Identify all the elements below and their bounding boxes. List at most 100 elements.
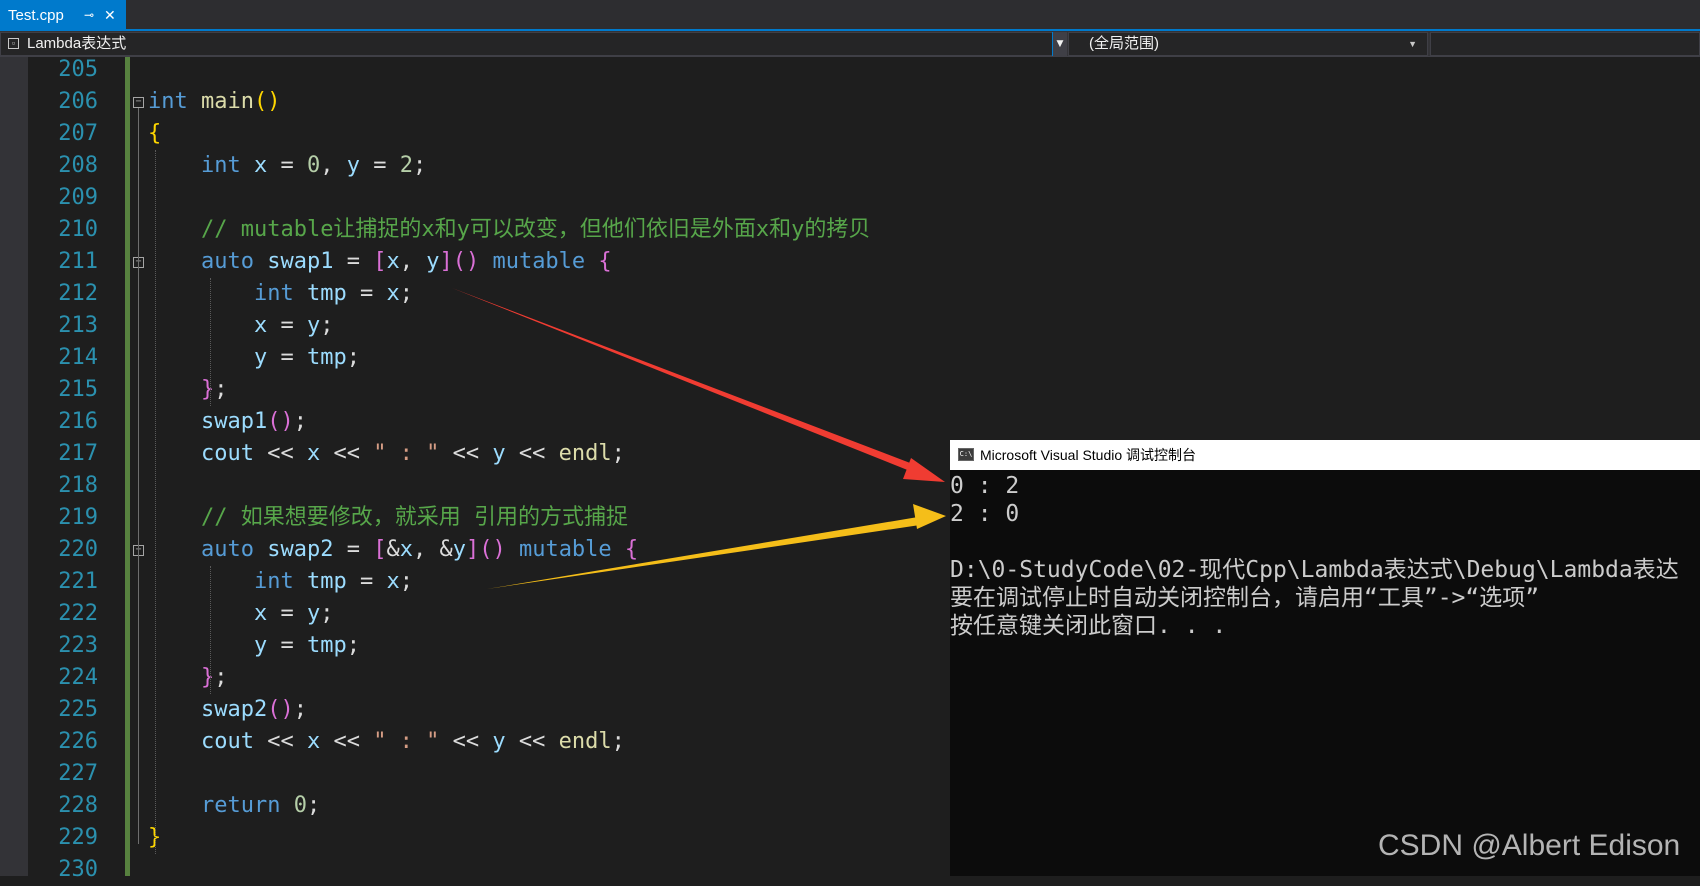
code-line[interactable]: int tmp = x;	[148, 278, 413, 310]
indent-guide	[210, 566, 211, 694]
code-token: ;	[214, 377, 228, 402]
collapse-box-icon[interactable]: −	[133, 97, 144, 108]
line-number: 218	[58, 473, 98, 498]
code-token: swap2	[267, 537, 334, 562]
code-token: }	[200, 377, 215, 402]
code-token: return	[200, 793, 281, 818]
code-line[interactable]: // 如果想要修改，就采用 引用的方式捕捉	[148, 502, 628, 534]
scope-dropdown-member[interactable]	[1430, 32, 1700, 56]
code-token: // mutable让捕捉的x和y可以改变，但他们依旧是外面x和y的拷贝	[200, 217, 871, 242]
debug-console-window[interactable]: C:\ Microsoft Visual Studio 调试控制台 0 : 22…	[950, 440, 1700, 876]
tab-test-cpp[interactable]: Test.cpp ⊸ ✕	[0, 0, 126, 31]
line-number: 210	[58, 217, 98, 242]
line-number: 216	[58, 409, 98, 434]
code-token: 0	[306, 153, 321, 178]
indent-guide	[210, 278, 211, 406]
chevron-down-icon[interactable]: ▼	[1408, 33, 1417, 55]
scope-project-value: Lambda表达式	[27, 35, 127, 52]
code-token: y	[452, 537, 466, 562]
code-token: &	[386, 537, 400, 562]
line-number: 219	[58, 505, 98, 530]
line-number: 228	[58, 793, 98, 818]
code-line[interactable]: auto swap2 = [&x, &y]() mutable {	[148, 534, 638, 566]
code-line[interactable]: int x = 0, y = 2;	[148, 150, 426, 182]
code-token: y	[492, 441, 506, 466]
code-line[interactable]: x = y;	[148, 598, 334, 630]
code-line[interactable]: int tmp = x;	[148, 566, 413, 598]
console-title: Microsoft Visual Studio 调试控制台	[980, 447, 1197, 463]
code-token: [	[373, 537, 387, 562]
indicator-margin	[0, 57, 28, 876]
code-token: ;	[320, 601, 334, 626]
code-token: tmp	[306, 281, 347, 306]
code-token: x	[399, 537, 413, 562]
code-token: <<	[439, 729, 493, 754]
code-token: " : "	[373, 729, 440, 754]
code-token: =	[267, 633, 307, 658]
watermark: CSDN @Albert Edison	[1378, 829, 1681, 862]
code-line[interactable]: };	[148, 662, 228, 694]
code-token: x	[306, 441, 321, 466]
change-tracking-bar	[125, 57, 130, 876]
code-line[interactable]: // mutable让捕捉的x和y可以改变，但他们依旧是外面x和y的拷贝	[148, 214, 870, 246]
code-token: int	[200, 153, 241, 178]
code-token: [	[373, 249, 387, 274]
code-line[interactable]: swap1();	[148, 406, 307, 438]
scope-dropdown-global[interactable]: (全局范围) ▼	[1068, 32, 1428, 56]
code-line[interactable]: auto swap1 = [x, y]() mutable {	[148, 246, 612, 278]
line-number: 212	[58, 281, 98, 306]
code-line[interactable]: x = y;	[148, 310, 334, 342]
code-token: mutable	[518, 537, 612, 562]
code-token: <<	[253, 729, 307, 754]
code-line[interactable]: return 0;	[148, 790, 320, 822]
code-token: ;	[399, 281, 413, 306]
code-token: ;	[611, 441, 625, 466]
console-app-icon: C:\	[958, 448, 974, 461]
code-token: ,	[399, 249, 427, 274]
code-token: =	[267, 153, 307, 178]
code-line[interactable]: int main()	[148, 86, 280, 118]
line-number: 214	[58, 345, 98, 370]
code-line[interactable]: cout << x << " : " << y << endl;	[148, 438, 625, 470]
code-line[interactable]: cout << x << " : " << y << endl;	[148, 726, 625, 758]
code-token: {	[148, 121, 162, 146]
code-line[interactable]: y = tmp;	[148, 342, 360, 374]
line-number: 220	[58, 537, 98, 562]
code-token: x	[386, 249, 400, 274]
code-line[interactable]: {	[148, 118, 161, 150]
code-token: main	[201, 89, 254, 114]
code-token: ()	[267, 697, 294, 722]
line-number: 227	[58, 761, 98, 786]
code-token: <<	[439, 441, 493, 466]
code-token: swap1	[267, 249, 334, 274]
code-token: ()	[479, 537, 506, 562]
code-line[interactable]: swap2();	[148, 694, 307, 726]
line-number: 222	[58, 601, 98, 626]
fold-range-line	[138, 556, 139, 684]
code-token: =	[346, 281, 387, 306]
chevron-down-icon[interactable]: ▼	[1052, 32, 1067, 56]
code-token: 2	[399, 153, 413, 178]
code-token: ()	[253, 89, 281, 114]
code-line[interactable]: y = tmp;	[148, 630, 360, 662]
code-token: y	[306, 313, 321, 338]
class-icon: ▫	[8, 38, 19, 49]
code-line[interactable]: };	[148, 374, 228, 406]
scope-dropdown-project[interactable]: ▫ Lambda表达式	[0, 32, 1064, 56]
pin-icon[interactable]: ⊸	[84, 0, 94, 31]
console-output: 0 : 22 : 0 D:\0-StudyCode\02-现代Cpp\Lambda…	[950, 470, 1700, 876]
code-token: int	[253, 281, 294, 306]
code-token: ,	[320, 153, 347, 178]
close-icon[interactable]: ✕	[104, 0, 116, 31]
code-token: <<	[505, 729, 559, 754]
console-title-bar[interactable]: C:\ Microsoft Visual Studio 调试控制台	[950, 440, 1700, 470]
code-token: ;	[320, 313, 334, 338]
console-line: 按任意键关闭此窗口. . .	[950, 613, 1227, 639]
line-number: 217	[58, 441, 98, 466]
